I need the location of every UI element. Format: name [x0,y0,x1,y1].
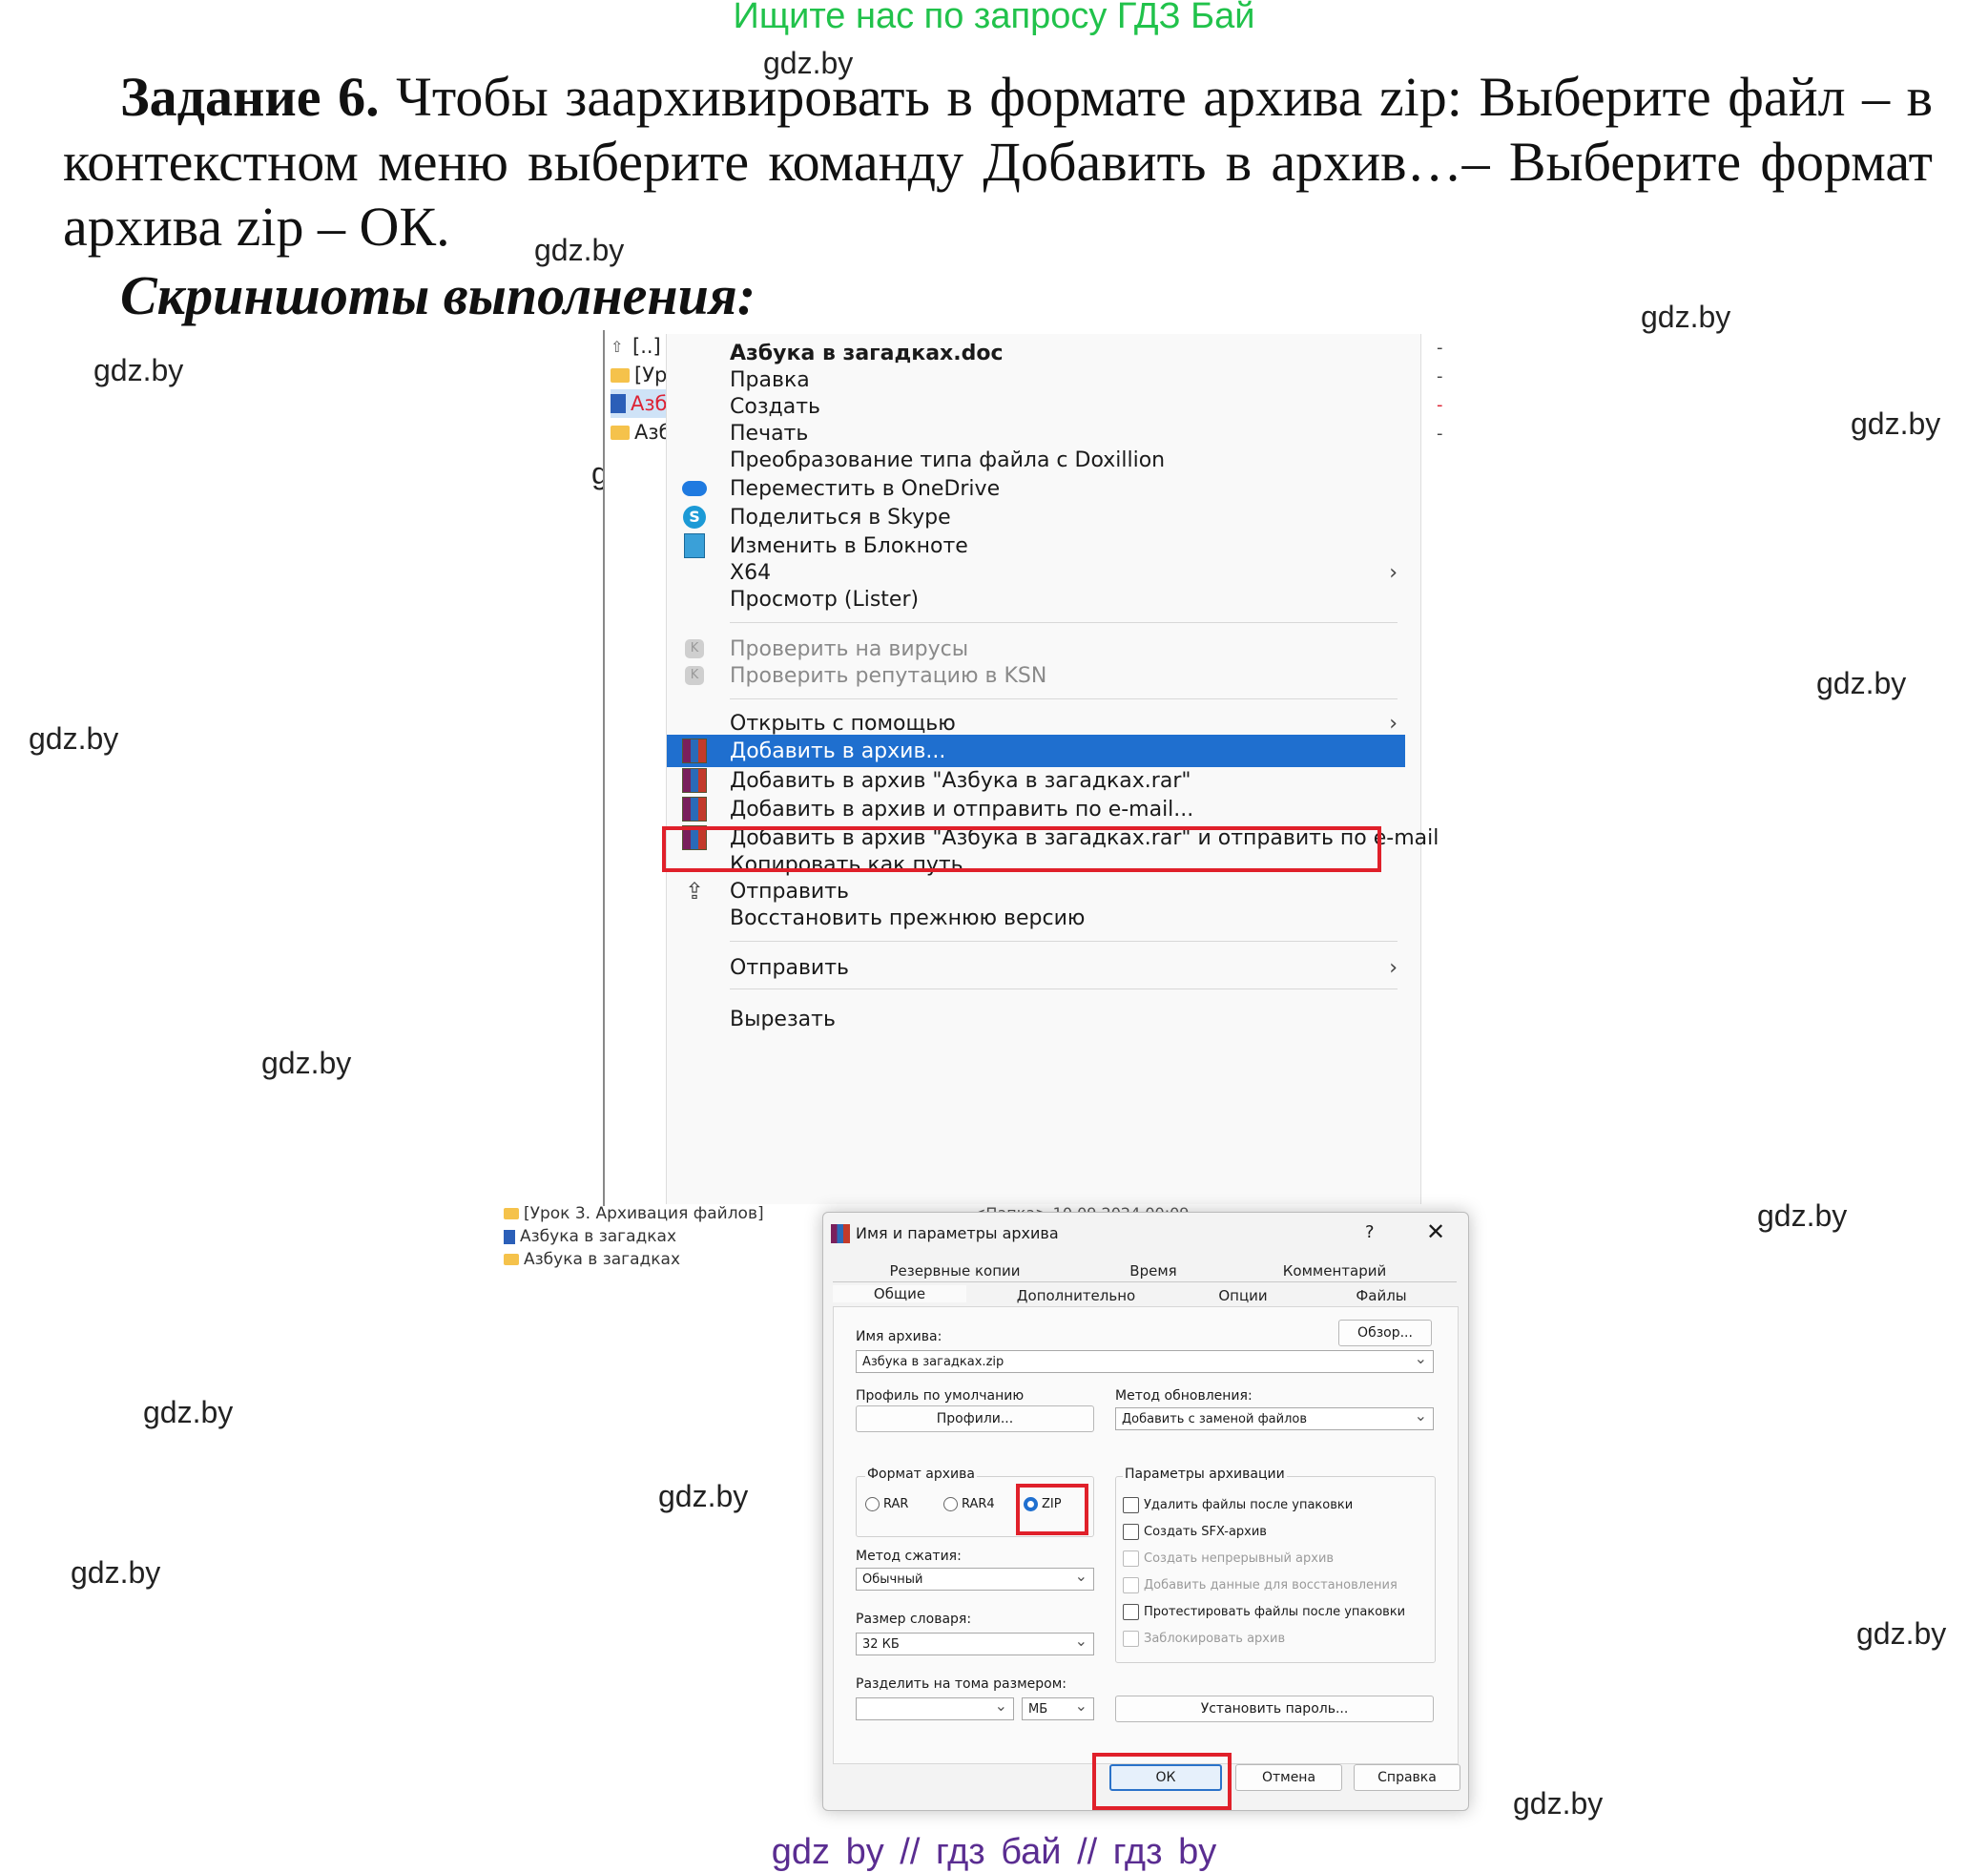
radio-rar4[interactable]: RAR4 [943,1497,995,1511]
folder-icon [504,1208,519,1219]
close-icon[interactable]: ✕ [1426,1218,1445,1245]
menu-item-cut[interactable]: Вырезать [667,1002,1420,1036]
chevron-right-icon: › [1389,560,1398,585]
menu-separator [730,698,1398,699]
split-size-input[interactable] [856,1696,1014,1720]
kaspersky-icon: K [685,666,704,685]
word-doc-icon [504,1229,515,1244]
format-group-label: Формат архива [865,1467,977,1482]
explorer2-row[interactable]: Азбука в загадках [504,1227,676,1246]
dict-size-select[interactable]: 32 КБ [856,1632,1094,1655]
browse-button[interactable]: Обзор... [1338,1320,1432,1346]
archive-name-label: Имя архива: [856,1329,942,1344]
split-label: Разделить на тома размером: [856,1676,1066,1692]
folder-icon [504,1254,519,1265]
task-paragraph: Задание 6. Чтобы заархивировать в формат… [63,65,1933,260]
winrar-icon [682,768,707,793]
chevron-right-icon: › [1389,711,1398,736]
tab-files[interactable]: Файлы [1310,1287,1453,1304]
cancel-button[interactable]: Отмена [1235,1764,1342,1791]
params-group-label: Параметры архивации [1123,1467,1287,1482]
folder-icon [611,367,630,383]
dialog-title: Имя и параметры архива [856,1224,1059,1242]
update-method-label: Метод обновления: [1115,1388,1253,1404]
skype-icon: S [683,506,706,529]
compression-label: Метод сжатия: [856,1549,962,1564]
compression-select[interactable]: Обычный [856,1567,1094,1591]
watermark: gdz.by [71,1555,161,1590]
menu-item-restore-version[interactable]: Восстановить прежнюю версию [667,901,1420,935]
archive-name-input[interactable]: Азбука в загадках.zip [856,1349,1434,1373]
option-test[interactable]: Протестировать файлы после упаковки [1123,1604,1405,1620]
help-icon[interactable]: ? [1365,1222,1375,1242]
screenshots-title: Скриншоты выполнения: [120,264,756,326]
explorer-right-edge: ---- [1437,338,1443,444]
highlight-box-add-to-archive [662,826,1381,872]
winrar-icon [682,739,707,763]
tab-comment[interactable]: Комментарий [1239,1262,1430,1280]
watermark: gdz.by [658,1479,749,1513]
profiles-button[interactable]: Профили... [856,1405,1094,1432]
option-sfx[interactable]: Создать SFX-архив [1123,1524,1267,1540]
watermark: gdz.by [1641,300,1731,334]
menu-separator [730,622,1398,623]
option-lock: Заблокировать архив [1123,1631,1285,1647]
winrar-icon [831,1224,850,1243]
profile-label: Профиль по умолчанию [856,1388,1025,1404]
menu-item-add-to-archive[interactable]: Добавить в архив... [667,735,1405,767]
highlight-box-ok [1092,1753,1232,1810]
tab-general[interactable]: Общие [833,1285,966,1302]
split-unit-select[interactable]: МБ [1022,1696,1094,1720]
menu-item-send-to[interactable]: Отправить › [667,950,1420,985]
option-delete-after[interactable]: Удалить файлы после упаковки [1123,1497,1353,1513]
watermark: gdz.by [29,721,119,756]
dict-size-label: Размер словаря: [856,1612,972,1627]
tab-divider [833,1281,1457,1282]
highlight-box-zip [1016,1484,1088,1535]
watermark: gdz.by [93,353,184,387]
radio-rar[interactable]: RAR [865,1497,908,1511]
set-password-button[interactable]: Установить пароль... [1115,1696,1434,1722]
menu-separator [730,941,1398,942]
tab-time[interactable]: Время [1077,1262,1230,1280]
option-solid: Создать непрерывный архив [1123,1550,1334,1567]
top-banner: Ищите нас по запросу ГДЗ Бай [733,0,1255,36]
up-folder-icon: ⇧ [611,338,624,356]
winrar-icon [682,797,707,822]
explorer2-row[interactable]: [Урок 3. Архивация файлов] [504,1204,764,1223]
watermark: gdz.by [143,1395,234,1429]
task-label: Задание 6. [120,66,380,128]
help-button[interactable]: Справка [1354,1764,1460,1791]
menu-item-ksn: K Проверить репутацию в KSN [667,658,1420,693]
context-menu: Азбука в загадках.doc Правка Создать Печ… [666,334,1439,1204]
watermark: gdz.by [1851,406,1941,441]
watermark: gdz.by [1513,1786,1604,1821]
onedrive-icon [682,481,707,496]
watermark: gdz.by [1816,666,1907,700]
watermark: gdz.by [1856,1616,1947,1651]
footer-links: gdz by // гдз бай // гдз by [771,1832,1217,1872]
word-doc-icon [611,394,626,413]
watermark: gdz.by [1757,1198,1848,1233]
archive-dialog: Имя и параметры архива ? ✕ Резервные коп… [822,1212,1469,1811]
tab-advanced[interactable]: Дополнительно [976,1287,1176,1304]
watermark: gdz.by [261,1046,352,1080]
menu-item-lister[interactable]: Просмотр (Lister) [667,582,1420,616]
update-method-select[interactable]: Добавить с заменой файлов [1115,1406,1434,1430]
tab-options[interactable]: Опции [1186,1287,1300,1304]
tab-backup[interactable]: Резервные копии [861,1262,1048,1280]
folder-icon [611,425,630,440]
kaspersky-icon: K [685,639,704,658]
explorer2-row[interactable]: Азбука в загадках [504,1250,680,1269]
chevron-right-icon: › [1389,955,1398,980]
option-recovery: Добавить данные для восстановления [1123,1577,1398,1593]
